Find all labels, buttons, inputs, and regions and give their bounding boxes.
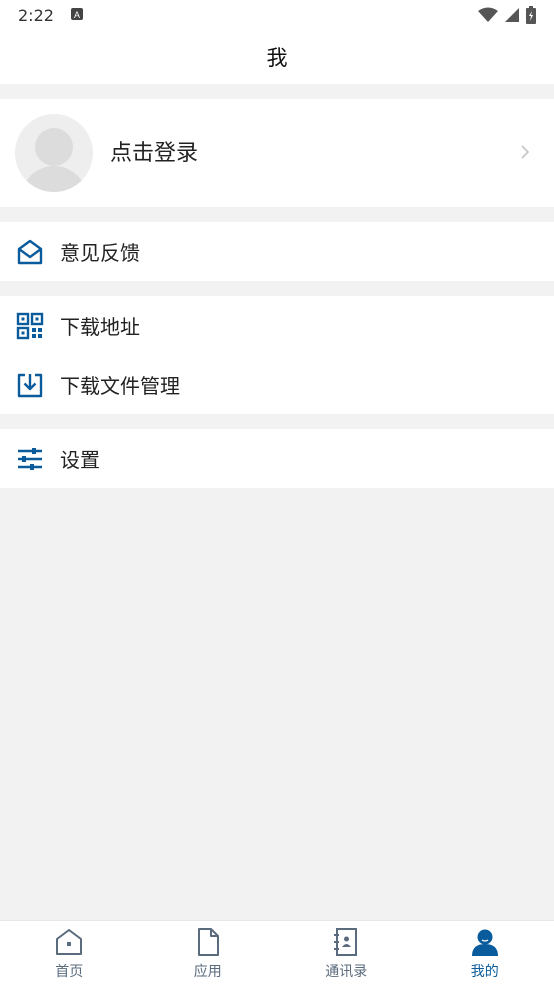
- tab-me[interactable]: 我的: [416, 921, 554, 984]
- bottom-tab-bar: 首页 应用 通讯录 我的: [0, 920, 554, 984]
- settings-section: 设置: [0, 429, 554, 488]
- tab-home[interactable]: 首页: [0, 921, 139, 984]
- mail-open-icon: [17, 239, 43, 264]
- menu-item-download-files[interactable]: 下载文件管理: [0, 355, 554, 414]
- menu-label-settings: 设置: [60, 448, 100, 472]
- tab-label-apps: 应用: [193, 964, 222, 980]
- status-bar: 2:22 A: [0, 0, 554, 30]
- user-icon: [471, 929, 498, 956]
- tab-apps[interactable]: 应用: [139, 921, 278, 984]
- login-label: 点击登录: [110, 141, 199, 166]
- page-title: 我: [266, 46, 288, 70]
- document-icon: [197, 928, 219, 956]
- tab-label-home: 首页: [55, 964, 84, 980]
- status-time: 2:22: [18, 5, 54, 25]
- menu-item-download-address[interactable]: 下载地址: [0, 296, 554, 355]
- status-icons: [478, 6, 536, 24]
- svg-text:A: A: [74, 10, 80, 20]
- feedback-section: 意见反馈: [0, 222, 554, 281]
- qrcode-icon: [16, 312, 44, 339]
- app-bar: 我: [0, 30, 554, 84]
- battery-icon: [526, 6, 536, 24]
- menu-item-settings[interactable]: 设置: [0, 429, 554, 488]
- wifi-icon: [478, 7, 498, 22]
- notification-icon: A: [70, 6, 84, 25]
- download-icon: [17, 373, 43, 397]
- menu-item-feedback[interactable]: 意见反馈: [0, 222, 554, 281]
- download-section: 下载地址 下载文件管理: [0, 296, 554, 414]
- signal-icon: [505, 8, 519, 22]
- home-icon: [56, 929, 83, 955]
- menu-label-download-files: 下载文件管理: [60, 374, 180, 398]
- tab-contacts[interactable]: 通讯录: [277, 921, 416, 984]
- tab-label-me: 我的: [470, 964, 499, 980]
- contacts-icon: [334, 928, 358, 956]
- tab-label-contacts: 通讯录: [325, 964, 368, 980]
- menu-label-feedback: 意见反馈: [60, 241, 140, 265]
- chevron-right-icon: [521, 145, 530, 159]
- menu-label-download-address: 下载地址: [60, 315, 140, 339]
- login-card[interactable]: 点击登录: [0, 99, 554, 207]
- sliders-icon: [18, 447, 42, 470]
- avatar: [15, 114, 93, 192]
